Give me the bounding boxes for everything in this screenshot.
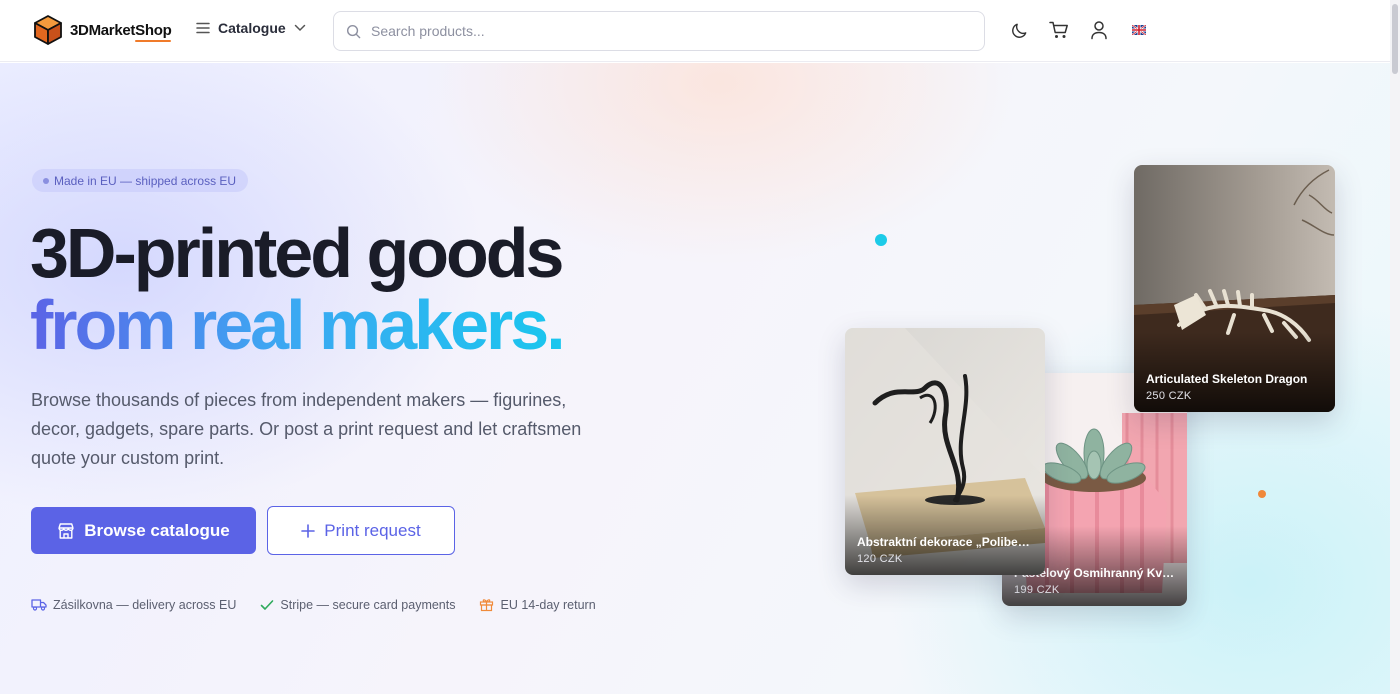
user-icon [1091,21,1107,40]
plus-icon [301,523,316,538]
feature-return-label: EU 14-day return [500,597,596,612]
uk-flag-icon [1132,25,1146,35]
store-icon [58,522,74,539]
scrollbar-thumb[interactable] [1392,4,1398,74]
site-header: 3DMarketShop Catalogue [0,0,1390,62]
chevron-down-icon [294,24,305,32]
truck-icon [31,599,47,611]
feature-payments: Stripe — secure card payments [260,598,455,612]
search-icon [346,24,361,38]
header-actions [1008,19,1150,41]
feature-list: Zásilkovna — delivery across EU Stripe —… [31,597,596,612]
catalogue-label: Catalogue [218,20,286,36]
hero-headline-line2: from real makers. [30,286,566,364]
cart-icon [1049,21,1068,38]
product-price: 120 CZK [857,553,903,565]
hero-section: Made in EU — shipped across EU 3D-printe… [0,63,1390,694]
hero-headline-line1: 3D-printed goods [30,214,564,292]
feature-delivery: Zásilkovna — delivery across EU [31,598,236,612]
check-icon [261,599,274,610]
menu-icon [196,22,210,34]
logo-text-suffix: Shop [135,21,172,39]
account-button[interactable] [1088,19,1110,41]
gift-icon [480,599,494,612]
logo-text-prefix: 3DMarket [70,21,136,39]
feature-payments-label: Stripe — secure card payments [280,597,456,612]
scrollbar-track[interactable] [1390,0,1400,694]
feature-return: EU 14-day return [479,597,596,612]
cart-button[interactable] [1048,19,1070,41]
origin-badge: Made in EU — shipped across EU [32,169,249,192]
decorative-dot-orange [1258,490,1266,498]
product-price: 250 CZK [1146,390,1192,402]
product-price: 199 CZK [1014,584,1060,596]
product-card[interactable]: Abstraktní dekorace „Polibek... 120 CZK [845,328,1045,575]
decorative-dot-cyan [875,234,887,246]
feature-delivery-label: Zásilkovna — delivery across EU [53,597,237,612]
search-input[interactable] [371,23,951,39]
catalogue-menu-button[interactable]: Catalogue [196,20,306,36]
product-name: Abstraktní dekorace „Polibek... [857,535,1033,549]
search-bar[interactable] [333,11,985,51]
print-request-button[interactable]: Print request [267,506,455,555]
logo-text: 3DMarketShop [70,21,172,39]
site-logo[interactable]: 3DMarketShop [32,14,172,46]
hero-description: Browse thousands of pieces from independ… [31,390,582,468]
product-card[interactable]: Articulated Skeleton Dragon 250 CZK [1134,165,1335,412]
print-request-label: Print request [324,520,421,540]
browse-catalogue-label: Browse catalogue [84,520,230,540]
moon-icon [1011,23,1026,38]
cube-logo-icon [34,15,62,45]
browse-catalogue-button[interactable]: Browse catalogue [31,507,256,554]
product-name: Articulated Skeleton Dragon [1146,372,1308,386]
language-button[interactable] [1128,19,1150,41]
theme-toggle-button[interactable] [1008,19,1030,41]
